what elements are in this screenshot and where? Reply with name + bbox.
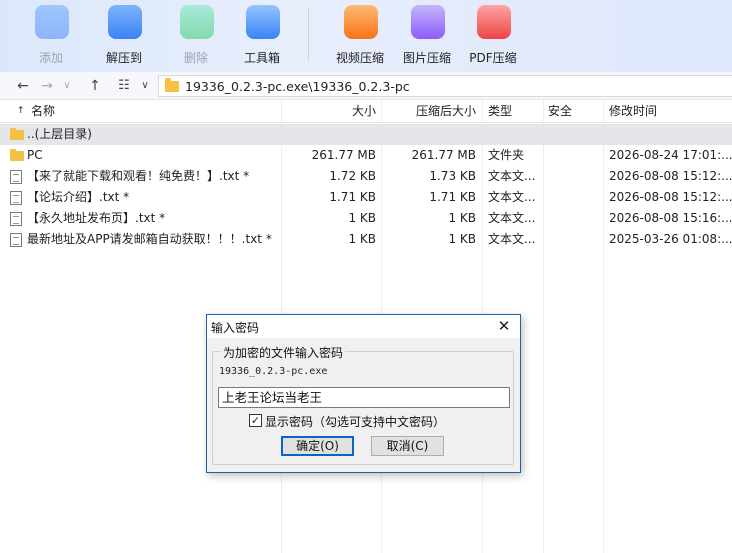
- file-size: 1.71 KB: [329, 190, 376, 204]
- password-dialog: 输入密码 ✕ 为加密的文件输入密码 19336_0.2.3-pc.exe 上老王…: [206, 314, 521, 473]
- table-row[interactable]: 【永久地址发布页】.txt * 1 KB 1 KB 文本文... 2026-08…: [0, 208, 732, 229]
- toolbox-label: 工具箱: [243, 51, 280, 65]
- address-bar: ← → ∨ ↑ ☷ ∨ 19336_0.2.3-pc.exe\19336_0.2…: [0, 72, 732, 100]
- file-packed-size: 1.73 KB: [429, 169, 476, 183]
- file-size: 1 KB: [348, 211, 376, 225]
- toolbar-separator: [308, 8, 309, 60]
- add-archive-icon: [35, 5, 69, 39]
- view-mode-icon[interactable]: ☷: [114, 77, 134, 95]
- extract-icon: [108, 5, 142, 39]
- col-size[interactable]: 大小: [282, 100, 376, 123]
- close-icon[interactable]: ✕: [494, 317, 514, 335]
- parent-dir-row[interactable]: ..(上层目录): [0, 124, 732, 145]
- text-file-icon: [10, 170, 22, 184]
- pdf-compress-button[interactable]: PDF压缩: [460, 2, 526, 68]
- image-compress-icon: [411, 5, 445, 39]
- file-modified: 2025-03-26 01:08:...: [609, 232, 732, 246]
- address-input[interactable]: 19336_0.2.3-pc.exe\19336_0.2.3-pc: [158, 75, 732, 97]
- video-compress-icon: [344, 5, 378, 39]
- file-modified: 2026-08-24 17:01:...: [609, 148, 732, 162]
- folder-icon: [10, 149, 24, 161]
- file-packed-size: 1 KB: [448, 211, 476, 225]
- delete-button[interactable]: 删除: [163, 2, 229, 68]
- show-password-checkbox[interactable]: ✓: [249, 414, 262, 427]
- forward-dropdown-icon[interactable]: ∨: [60, 77, 74, 95]
- file-name: 【论坛介绍】.txt *: [27, 190, 130, 204]
- text-file-icon: [10, 212, 22, 226]
- view-dropdown-icon[interactable]: ∨: [138, 77, 152, 95]
- col-modified[interactable]: 修改时间: [609, 100, 657, 123]
- file-type: 文本文...: [488, 190, 536, 204]
- file-type: 文件夹: [488, 148, 525, 162]
- encrypted-filename: 19336_0.2.3-pc.exe: [219, 366, 328, 377]
- file-list-header: ↑ 名称 大小 压缩后大小 类型 安全 修改时间: [0, 100, 732, 123]
- file-modified: 2026-08-08 15:12:...: [609, 169, 732, 183]
- pdf-compress-label: PDF压缩: [469, 51, 517, 65]
- group-label: 为加密的文件输入密码: [221, 344, 346, 361]
- address-path: 19336_0.2.3-pc.exe\19336_0.2.3-pc: [185, 79, 410, 94]
- file-size: 1 KB: [348, 232, 376, 246]
- toolbar: 添加 解压到 删除 工具箱 视频压缩 图片压缩 PDF压缩: [0, 0, 732, 72]
- col-packed-size[interactable]: 压缩后大小: [382, 100, 476, 123]
- image-compress-button[interactable]: 图片压缩: [394, 2, 460, 68]
- file-type: 文本文...: [488, 211, 536, 225]
- col-name[interactable]: 名称: [31, 100, 55, 123]
- add-label: 添加: [38, 51, 63, 65]
- recycle-icon: [180, 5, 214, 39]
- table-row[interactable]: PC 261.77 MB 261.77 MB 文件夹 2026-08-24 17…: [0, 145, 732, 166]
- delete-label: 删除: [183, 51, 208, 65]
- password-input[interactable]: 上老王论坛当老王: [218, 387, 510, 408]
- extract-to-button[interactable]: 解压到: [91, 2, 157, 68]
- folder-icon: [165, 78, 179, 92]
- file-name: 最新地址及APP请发邮箱自动获取！！！.txt *: [27, 232, 272, 246]
- file-name: 【永久地址发布页】.txt *: [27, 211, 166, 225]
- toolbox-icon: [246, 5, 280, 39]
- up-arrow-icon[interactable]: ↑: [86, 77, 104, 95]
- extract-label: 解压到: [105, 51, 142, 65]
- file-name: PC: [27, 148, 43, 162]
- file-size: 261.77 MB: [311, 148, 376, 162]
- back-arrow-icon[interactable]: ←: [14, 77, 32, 95]
- sort-up-icon: ↑: [17, 106, 25, 116]
- table-row[interactable]: 【来了就能下载和观看！纯免费！】.txt * 1.72 KB 1.73 KB 文…: [0, 166, 732, 187]
- col-type[interactable]: 类型: [488, 100, 512, 123]
- folder-icon: [10, 128, 24, 140]
- cancel-button[interactable]: 取消(C): [371, 436, 444, 456]
- col-security[interactable]: 安全: [548, 100, 572, 123]
- file-size: 1.72 KB: [329, 169, 376, 183]
- forward-arrow-icon[interactable]: →: [38, 77, 56, 95]
- text-file-icon: [10, 233, 22, 247]
- file-name: ..(上层目录): [27, 127, 92, 141]
- show-password-label[interactable]: 显示密码（勾选可支持中文密码）: [265, 413, 445, 430]
- file-type: 文本文...: [488, 232, 536, 246]
- file-type: 文本文...: [488, 169, 536, 183]
- file-modified: 2026-08-08 15:12:...: [609, 190, 732, 204]
- toolbox-button[interactable]: 工具箱: [229, 2, 295, 68]
- file-packed-size: 1.71 KB: [429, 190, 476, 204]
- file-packed-size: 1 KB: [448, 232, 476, 246]
- file-packed-size: 261.77 MB: [411, 148, 476, 162]
- dialog-title: 输入密码: [211, 321, 260, 335]
- ok-button[interactable]: 确定(O): [281, 436, 354, 456]
- file-modified: 2026-08-08 15:16:...: [609, 211, 732, 225]
- file-name: 【来了就能下载和观看！纯免费！】.txt *: [27, 169, 250, 183]
- table-row[interactable]: 最新地址及APP请发邮箱自动获取！！！.txt * 1 KB 1 KB 文本文.…: [0, 229, 732, 250]
- dialog-titlebar: 输入密码 ✕: [207, 315, 520, 338]
- video-compress-button[interactable]: 视频压缩: [327, 2, 393, 68]
- video-compress-label: 视频压缩: [335, 51, 384, 65]
- text-file-icon: [10, 191, 22, 205]
- add-button[interactable]: 添加: [18, 2, 84, 68]
- pdf-compress-icon: [477, 5, 511, 39]
- table-row[interactable]: 【论坛介绍】.txt * 1.71 KB 1.71 KB 文本文... 2026…: [0, 187, 732, 208]
- image-compress-label: 图片压缩: [402, 51, 451, 65]
